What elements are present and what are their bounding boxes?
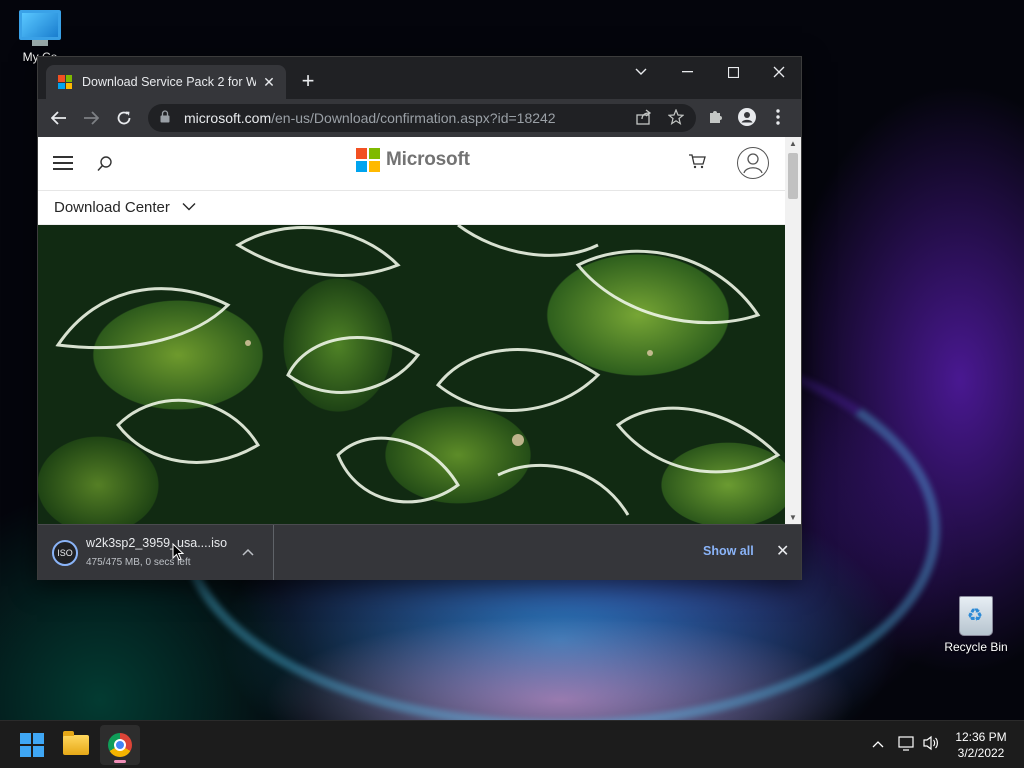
taskbar: 12:36 PM 3/2/2022 <box>0 720 1024 768</box>
forward-button[interactable] <box>80 107 102 129</box>
chrome-icon <box>108 733 132 757</box>
menu-kebab-icon[interactable] <box>776 109 780 129</box>
chevron-down-icon[interactable] <box>182 198 196 214</box>
maximize-button[interactable] <box>710 57 756 87</box>
clock-date: 3/2/2022 <box>957 746 1005 760</box>
minimize-button[interactable] <box>664 57 710 87</box>
site-header: Microsoft <box>38 137 785 191</box>
tab-search-chevron-icon[interactable] <box>618 57 664 87</box>
folder-icon <box>63 731 89 755</box>
tray-overflow-chevron-icon[interactable] <box>872 735 884 751</box>
disc-image-file-icon: ISO <box>52 540 78 566</box>
reload-button[interactable] <box>113 107 135 129</box>
microsoft-favicon-icon <box>58 75 72 89</box>
microsoft-logo-icon <box>356 148 380 172</box>
extensions-icon[interactable] <box>707 109 723 129</box>
file-explorer-button[interactable] <box>56 725 96 765</box>
browser-window: Download Service Pack 2 for Win ✕ + micr… <box>37 56 802 580</box>
hero-image-succulent <box>38 225 785 524</box>
tab-title: Download Service Pack 2 for Win <box>82 75 256 89</box>
lock-icon[interactable] <box>160 110 174 126</box>
new-tab-button[interactable]: + <box>298 70 318 92</box>
chrome-taskbar-button[interactable] <box>100 725 140 765</box>
network-icon[interactable] <box>898 735 916 754</box>
bookmark-star-icon[interactable] <box>667 108 685 129</box>
share-icon[interactable] <box>636 109 652 129</box>
download-shelf-close-icon[interactable]: ✕ <box>776 541 789 561</box>
clock-time: 12:36 PM <box>955 730 1007 744</box>
scroll-thumb[interactable] <box>788 153 798 199</box>
search-icon[interactable] <box>96 155 114 173</box>
hamburger-menu-icon[interactable] <box>53 156 73 174</box>
address-bar[interactable]: microsoft.com/en-us/Download/confirmatio… <box>148 104 696 132</box>
url-host: microsoft.com <box>184 110 272 126</box>
window-close-button[interactable] <box>756 57 802 87</box>
recycle-bin-icon <box>959 596 993 636</box>
mouse-cursor-icon <box>172 543 184 561</box>
browser-toolbar: microsoft.com/en-us/Download/confirmatio… <box>38 99 801 137</box>
download-center-link[interactable]: Download Center <box>54 199 170 216</box>
scroll-up-icon[interactable]: ▲ <box>789 139 797 148</box>
tab-close-icon[interactable]: ✕ <box>260 74 278 91</box>
download-center-nav: Download Center <box>38 191 785 225</box>
desktop-icon-recycle-bin[interactable]: Recycle Bin <box>940 596 1012 654</box>
volume-icon[interactable] <box>922 735 940 754</box>
download-filename: w2k3sp2_3959_usa....iso <box>86 536 228 550</box>
back-button[interactable] <box>48 107 70 129</box>
url-path: /en-us/Download/confirmation.aspx?id=182… <box>271 110 556 126</box>
windows-logo-icon <box>20 733 44 757</box>
download-item[interactable]: ISO w2k3sp2_3959_usa....iso 475/475 MB, … <box>38 525 274 580</box>
profile-icon[interactable] <box>738 108 756 130</box>
computer-icon <box>19 10 61 40</box>
system-clock[interactable]: 12:36 PM 3/2/2022 <box>948 729 1014 761</box>
desktop-icon-label: Recycle Bin <box>944 640 1008 654</box>
chevron-up-icon[interactable] <box>242 543 254 559</box>
cart-icon[interactable] <box>688 153 706 174</box>
account-icon[interactable] <box>737 147 769 179</box>
web-page: Microsoft Download Center <box>38 137 785 524</box>
brand-name: Microsoft <box>386 149 470 170</box>
page-scrollbar[interactable]: ▲ ▼ <box>785 137 801 524</box>
tab-strip: Download Service Pack 2 for Win ✕ + <box>38 57 801 99</box>
tab-active[interactable]: Download Service Pack 2 for Win ✕ <box>46 65 286 99</box>
microsoft-logo[interactable]: Microsoft <box>356 148 470 172</box>
active-indicator <box>114 760 126 763</box>
show-all-button[interactable]: Show all <box>703 544 754 558</box>
start-button[interactable] <box>12 725 52 765</box>
download-shelf: ISO w2k3sp2_3959_usa....iso 475/475 MB, … <box>38 524 801 580</box>
scroll-down-icon[interactable]: ▼ <box>789 513 797 522</box>
